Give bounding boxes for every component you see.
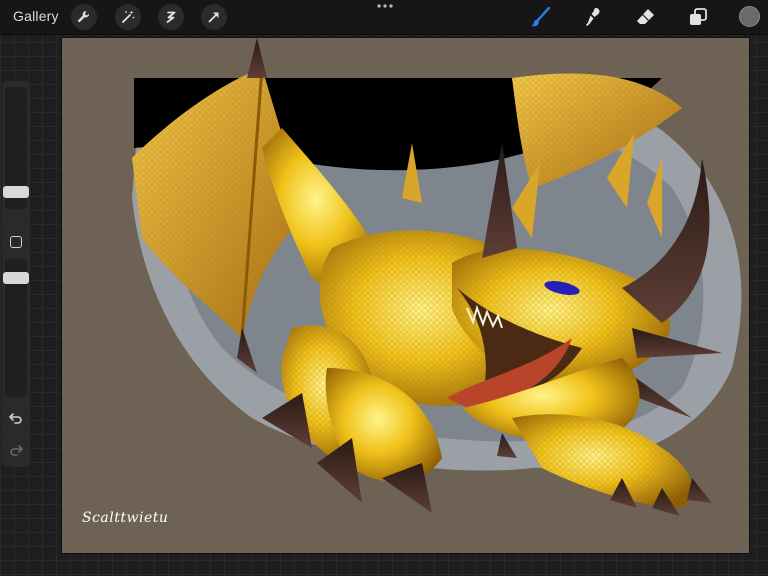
drawing-canvas[interactable]: Scalttwietu (62, 38, 749, 553)
layers-icon[interactable] (686, 5, 710, 29)
smudge-icon[interactable] (581, 5, 605, 29)
brush-icon[interactable] (528, 5, 552, 29)
dragon-artwork (132, 38, 742, 516)
opacity-slider[interactable] (3, 259, 29, 397)
side-toolbar (2, 81, 30, 467)
modify-button[interactable] (10, 236, 22, 248)
opacity-thumb[interactable] (3, 272, 29, 284)
wrench-icon (78, 11, 89, 23)
magic-wand-icon (122, 10, 135, 23)
selection-button[interactable] (158, 4, 184, 30)
brush-size-slider[interactable] (3, 87, 29, 209)
more-options-icon[interactable] (376, 2, 394, 10)
eraser-icon[interactable] (634, 5, 658, 29)
brush-size-thumb[interactable] (3, 186, 29, 198)
color-picker-button[interactable] (739, 6, 760, 27)
undo-icon[interactable] (8, 410, 24, 426)
artist-signature: Scalttwietu (82, 510, 169, 526)
redo-icon[interactable] (8, 442, 24, 458)
transform-button[interactable] (201, 4, 227, 30)
selection-icon (166, 11, 176, 23)
actions-button[interactable] (71, 4, 97, 30)
transform-arrow-icon (208, 12, 219, 23)
adjustments-button[interactable] (115, 4, 141, 30)
gallery-button[interactable]: Gallery (13, 8, 59, 24)
top-toolbar: Gallery (0, 0, 768, 35)
